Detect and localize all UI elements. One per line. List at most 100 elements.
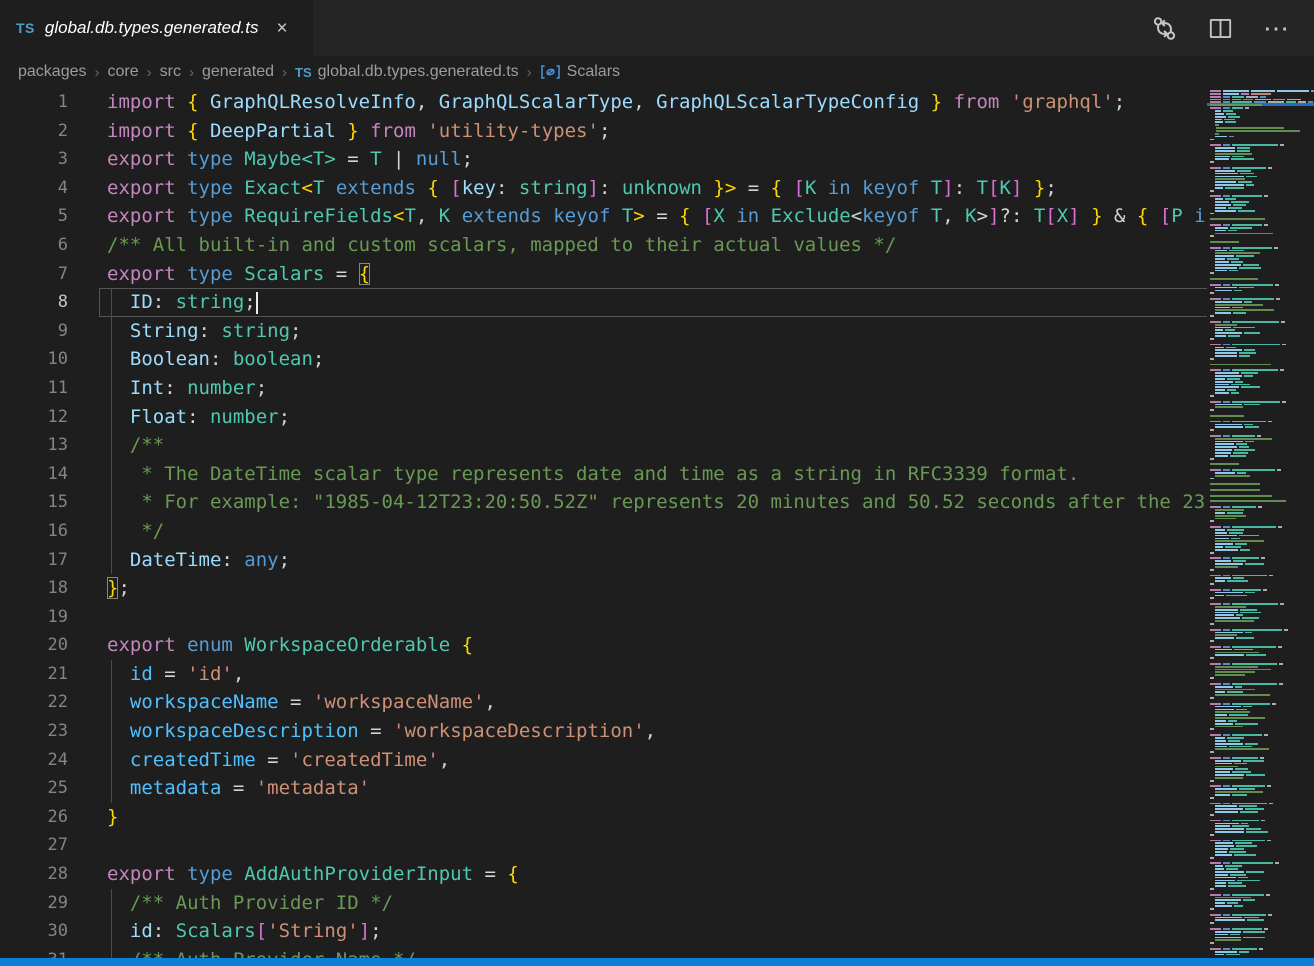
code-line[interactable]: 30 id: Scalars['String']; — [0, 917, 1314, 946]
line-number[interactable]: 29 — [0, 889, 68, 918]
code-line[interactable]: 9 String: string; — [0, 317, 1314, 346]
breadcrumb-separator-icon: › — [282, 64, 287, 81]
line-number[interactable]: 2 — [0, 117, 68, 146]
split-editor-icon[interactable] — [1208, 16, 1233, 41]
code-line[interactable]: 2import { DeepPartial } from 'utility-ty… — [0, 117, 1314, 146]
line-number[interactable]: 4 — [0, 174, 68, 203]
code-line-text: String: string; — [99, 317, 1314, 346]
editor-tab[interactable]: TS global.db.types.generated.ts × — [0, 0, 313, 56]
line-number[interactable]: 13 — [0, 431, 68, 460]
line-number[interactable]: 20 — [0, 631, 68, 660]
line-number[interactable]: 16 — [0, 517, 68, 546]
line-number[interactable]: 18 — [0, 574, 68, 603]
code-line[interactable]: 20 export enum WorkspaceOrderable { — [0, 631, 1314, 660]
line-number[interactable]: 25 — [0, 774, 68, 803]
line-number[interactable]: 21 — [0, 660, 68, 689]
line-number[interactable]: 17 — [0, 546, 68, 575]
line-number[interactable]: 23 — [0, 717, 68, 746]
status-bar[interactable] — [0, 958, 1314, 966]
line-number[interactable]: 14 — [0, 460, 68, 489]
code-line-text: /** All built-in and custom scalars, map… — [99, 231, 1314, 260]
code-line-text: DateTime: any; — [99, 546, 1314, 575]
code-line[interactable]: 21 id = 'id', — [0, 660, 1314, 689]
code-line[interactable]: 28 export type AddAuthProviderInput = { — [0, 860, 1314, 889]
breadcrumb-item-generated[interactable]: generated — [202, 63, 274, 81]
code-line[interactable]: 18}; — [0, 574, 1314, 603]
code-line[interactable]: 26} — [0, 803, 1314, 832]
symbol-type-icon — [540, 64, 561, 80]
breadcrumb-item-symbol[interactable]: Scalars — [540, 63, 620, 81]
line-number[interactable]: 9 — [0, 317, 68, 346]
line-number[interactable]: 10 — [0, 345, 68, 374]
code-line[interactable]: 1 import { GraphQLResolveInfo, GraphQLSca… — [0, 88, 1314, 117]
code-line[interactable]: 17 DateTime: any; — [0, 546, 1314, 575]
code-line-text — [99, 603, 1314, 632]
line-number[interactable]: 19 — [0, 603, 68, 632]
code-line-text: }; — [99, 574, 1314, 603]
line-number[interactable]: 6 — [0, 231, 68, 260]
code-line[interactable]: 25 metadata = 'metadata' — [0, 774, 1314, 803]
code-line[interactable]: 6 /** All built-in and custom scalars, ma… — [0, 231, 1314, 260]
code-line[interactable]: 23 workspaceDescription = 'workspaceDesc… — [0, 717, 1314, 746]
tab-bar: TS global.db.types.generated.ts × ⋯ — [0, 0, 1314, 56]
line-number[interactable]: 1 — [0, 88, 68, 117]
open-changes-icon[interactable] — [1151, 15, 1178, 42]
line-number[interactable]: 15 — [0, 488, 68, 517]
code-line[interactable]: 14 * The DateTime scalar type represents… — [0, 460, 1314, 489]
breadcrumb-item-core[interactable]: core — [108, 63, 139, 81]
code-line[interactable]: 24 createdTime = 'createdTime', — [0, 746, 1314, 775]
code-line-text: workspaceName = 'workspaceName', — [99, 688, 1314, 717]
line-number[interactable]: 30 — [0, 917, 68, 946]
code-line[interactable]: 16 */ — [0, 517, 1314, 546]
breadcrumb-item-src[interactable]: src — [160, 63, 181, 81]
line-number[interactable]: 27 — [0, 831, 68, 860]
line-number[interactable]: 3 — [0, 145, 68, 174]
editor-code: 1 import { GraphQLResolveInfo, GraphQLSca… — [0, 88, 1314, 958]
line-number[interactable]: 24 — [0, 746, 68, 775]
code-line-text: /** Auth Provider ID */ — [99, 889, 1314, 918]
code-line-text — [99, 831, 1314, 860]
line-number[interactable]: 7 — [0, 260, 68, 289]
code-line[interactable]: 12 Float: number; — [0, 403, 1314, 432]
code-line-text: Float: number; — [99, 403, 1314, 432]
code-line[interactable]: 11 Int: number; — [0, 374, 1314, 403]
code-line-text: ID: string; — [99, 288, 1314, 317]
breadcrumb: packages›core›src›generated›TSglobal.db.… — [0, 56, 1314, 88]
code-line[interactable]: 5export type RequireFields<T, K extends … — [0, 202, 1314, 231]
code-line[interactable]: 27 — [0, 831, 1314, 860]
tab-close-icon[interactable]: × — [277, 19, 288, 38]
editor[interactable]: 1 import { GraphQLResolveInfo, GraphQLSca… — [0, 88, 1314, 958]
code-line-text: import { GraphQLResolveInfo, GraphQLScal… — [99, 88, 1314, 117]
text-cursor — [256, 292, 258, 314]
code-line[interactable]: 19 — [0, 603, 1314, 632]
code-line[interactable]: 10 Boolean: boolean; — [0, 345, 1314, 374]
code-line[interactable]: 15 * For example: "1985-04-12T23:20:50.5… — [0, 488, 1314, 517]
code-line[interactable]: 13 /** — [0, 431, 1314, 460]
line-number[interactable]: 11 — [0, 374, 68, 403]
code-line-text: export type AddAuthProviderInput = { — [99, 860, 1314, 889]
code-line-text: Boolean: boolean; — [99, 345, 1314, 374]
line-number[interactable]: 12 — [0, 403, 68, 432]
line-number[interactable]: 22 — [0, 688, 68, 717]
line-number[interactable]: 5 — [0, 202, 68, 231]
minimap[interactable] — [1207, 88, 1314, 958]
code-line[interactable]: 3 export type Maybe<T> = T | null; — [0, 145, 1314, 174]
line-number[interactable]: 26 — [0, 803, 68, 832]
breadcrumb-separator-icon: › — [147, 64, 152, 81]
line-number[interactable]: 28 — [0, 860, 68, 889]
code-line[interactable]: 4 export type Exact<T extends { [key: str… — [0, 174, 1314, 203]
code-line[interactable]: 29 /** Auth Provider ID */ — [0, 889, 1314, 918]
code-line-text: * For example: "1985-04-12T23:20:50.52Z"… — [99, 488, 1314, 517]
line-number[interactable]: 8 — [0, 288, 68, 317]
code-line[interactable]: 8 ID: string; — [0, 288, 1314, 317]
breadcrumb-item-file[interactable]: TSglobal.db.types.generated.ts — [295, 63, 519, 81]
code-line[interactable]: 22 workspaceName = 'workspaceName', — [0, 688, 1314, 717]
code-line[interactable]: 31 /** Auth Provider Name */ — [0, 946, 1314, 958]
breadcrumb-item-packages[interactable]: packages — [18, 63, 87, 81]
line-number[interactable]: 31 — [0, 946, 68, 958]
code-line-text: export enum WorkspaceOrderable { — [99, 631, 1314, 660]
code-line-text: export type Exact<T extends { [key: stri… — [99, 174, 1314, 203]
code-line-text: metadata = 'metadata' — [99, 774, 1314, 803]
code-line-text: export type Maybe<T> = T | null; — [99, 145, 1314, 174]
code-line[interactable]: 7export type Scalars = { — [0, 260, 1314, 289]
